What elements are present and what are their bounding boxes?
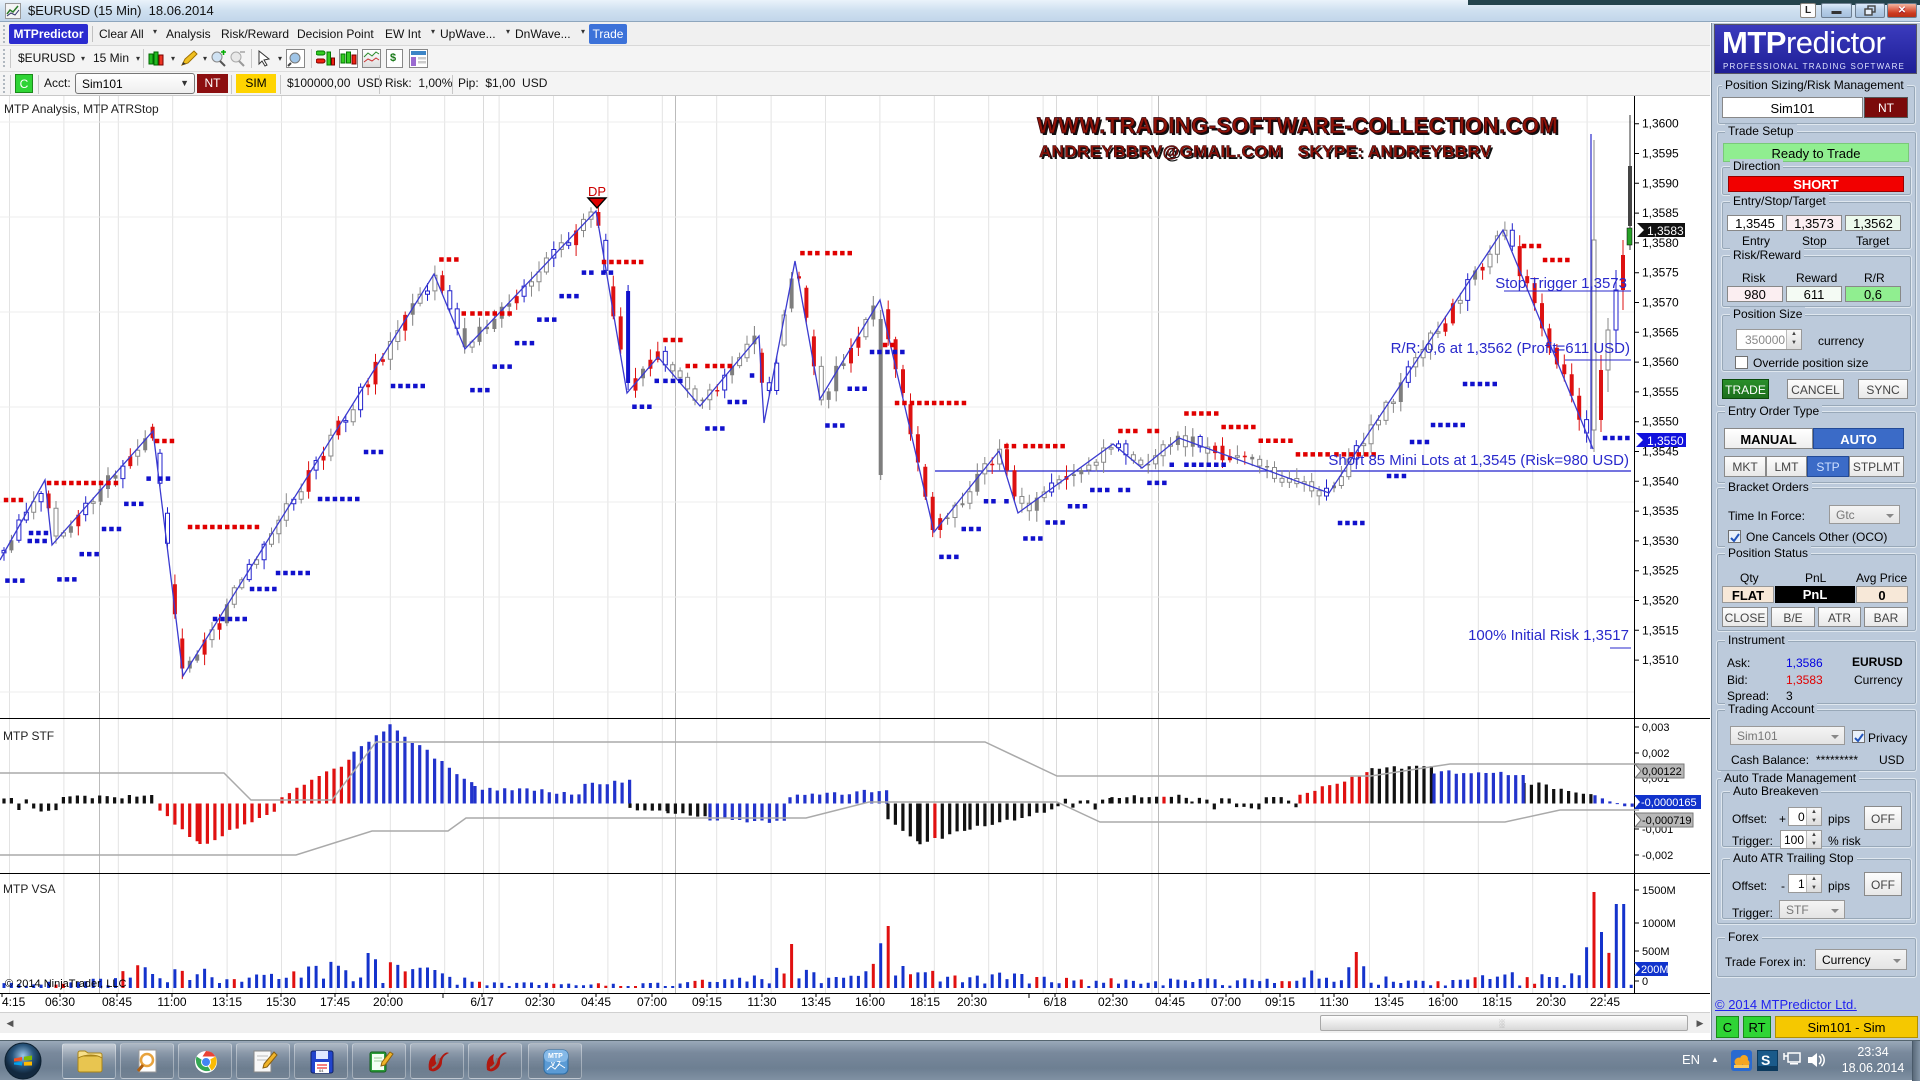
svg-text:1,3600: 1,3600 — [1642, 117, 1679, 131]
svg-text:02:30: 02:30 — [1098, 995, 1128, 1009]
svg-text:13:45: 13:45 — [1374, 995, 1404, 1009]
svg-text:22:45: 22:45 — [1590, 995, 1620, 1009]
svg-text:6/17: 6/17 — [470, 995, 494, 1009]
svg-text:04:45: 04:45 — [581, 995, 611, 1009]
svg-text:1,3565: 1,3565 — [1642, 325, 1679, 339]
svg-text:Stop Trigger 1,3573: Stop Trigger 1,3573 — [1495, 275, 1627, 292]
svg-text:1,3525: 1,3525 — [1642, 564, 1679, 578]
svg-text:200M: 200M — [1641, 964, 1669, 976]
svg-text:1,3583: 1,3583 — [1647, 224, 1684, 238]
svg-text:1,3560: 1,3560 — [1642, 355, 1679, 369]
svg-text:11:00: 11:00 — [157, 995, 186, 1009]
svg-text:16:00: 16:00 — [855, 995, 885, 1009]
svg-text:100% Initial Risk 1,3517: 100% Initial Risk 1,3517 — [1468, 627, 1629, 644]
svg-text:1,3550: 1,3550 — [1647, 434, 1684, 448]
svg-text:1,3535: 1,3535 — [1642, 504, 1679, 518]
svg-text:1,3530: 1,3530 — [1642, 534, 1679, 548]
svg-text:S: S — [1761, 1052, 1770, 1068]
svg-text:1,3585: 1,3585 — [1642, 206, 1679, 220]
svg-text:64: 64 — [319, 1068, 324, 1073]
svg-text:MTP: MTP — [548, 1053, 563, 1060]
svg-text:08:45: 08:45 — [102, 995, 132, 1009]
svg-text:MTP VSA: MTP VSA — [3, 882, 55, 896]
svg-text:06:30: 06:30 — [45, 995, 75, 1009]
svg-text:-0,0000165: -0,0000165 — [1641, 797, 1697, 809]
svg-text:MTP STF: MTP STF — [3, 729, 54, 743]
svg-text:13:45: 13:45 — [801, 995, 831, 1009]
svg-text:1,3575: 1,3575 — [1642, 266, 1679, 280]
svg-text:1,3540: 1,3540 — [1642, 474, 1679, 488]
svg-text:20:30: 20:30 — [957, 995, 987, 1009]
svg-text:20:00: 20:00 — [373, 995, 403, 1009]
svg-text:17:45: 17:45 — [320, 995, 350, 1009]
svg-text:15:30: 15:30 — [266, 995, 296, 1009]
svg-text:6/18: 6/18 — [1043, 995, 1067, 1009]
svg-text:ANDREYBBRV@GMAIL.COM SKYPE:: ANDREYBBRV@GMAIL.COM SKYPE: ANDREYBBRV — [1039, 142, 1492, 161]
svg-text:1500M: 1500M — [1642, 885, 1676, 897]
svg-text:07:00: 07:00 — [637, 995, 667, 1009]
svg-text:R/R: 0,6 at 1,3562 (Profit=611: R/R: 0,6 at 1,3562 (Profit=611 USD) — [1391, 340, 1630, 357]
svg-text:16:00: 16:00 — [1428, 995, 1458, 1009]
svg-text:1,3595: 1,3595 — [1642, 147, 1679, 161]
svg-text:0,00122: 0,00122 — [1642, 766, 1682, 778]
svg-text:1000M: 1000M — [1642, 918, 1676, 930]
svg-text:0: 0 — [1642, 976, 1648, 988]
svg-text:18:15: 18:15 — [910, 995, 940, 1009]
svg-text:1,3510: 1,3510 — [1642, 653, 1679, 667]
svg-text:© 2014 NinjaTrader, LLC: © 2014 NinjaTrader, LLC — [5, 978, 126, 990]
svg-text:1,3520: 1,3520 — [1642, 594, 1679, 608]
svg-text:1,3570: 1,3570 — [1642, 296, 1679, 310]
svg-text:11:30: 11:30 — [1319, 995, 1348, 1009]
svg-text:07:00: 07:00 — [1211, 995, 1241, 1009]
svg-text:18:15: 18:15 — [1482, 995, 1512, 1009]
svg-text:0,002: 0,002 — [1642, 748, 1670, 760]
svg-text:1,3550: 1,3550 — [1642, 415, 1679, 429]
svg-text:WWW.TRADING-SOFTWARE-COLLECTIO: WWW.TRADING-SOFTWARE-COLLECTION.COM — [1037, 113, 1558, 138]
svg-text:MTP Analysis, MTP ATRStop: MTP Analysis, MTP ATRStop — [4, 102, 159, 116]
svg-text:500M: 500M — [1642, 946, 1670, 958]
svg-text:Short 85 Mini Lots at 1,3545 (: Short 85 Mini Lots at 1,3545 (Risk=980 U… — [1328, 452, 1629, 469]
svg-text:DP: DP — [588, 184, 606, 199]
svg-text:0,003: 0,003 — [1642, 722, 1670, 734]
svg-text:11:30: 11:30 — [747, 995, 776, 1009]
svg-text:04:45: 04:45 — [1155, 995, 1185, 1009]
svg-text:1,3580: 1,3580 — [1642, 236, 1679, 250]
svg-text:1,3555: 1,3555 — [1642, 385, 1679, 399]
svg-text:20:30: 20:30 — [1536, 995, 1566, 1009]
svg-text:02:30: 02:30 — [525, 995, 555, 1009]
svg-text:09:15: 09:15 — [1265, 995, 1295, 1009]
svg-text:-0,000719: -0,000719 — [1642, 815, 1692, 827]
svg-text:1,3515: 1,3515 — [1642, 623, 1679, 637]
svg-text:4:15: 4:15 — [2, 995, 26, 1009]
svg-text:-0,002: -0,002 — [1642, 850, 1673, 862]
svg-text:1,3590: 1,3590 — [1642, 176, 1679, 190]
svg-text:09:15: 09:15 — [692, 995, 722, 1009]
svg-text:13:15: 13:15 — [212, 995, 242, 1009]
